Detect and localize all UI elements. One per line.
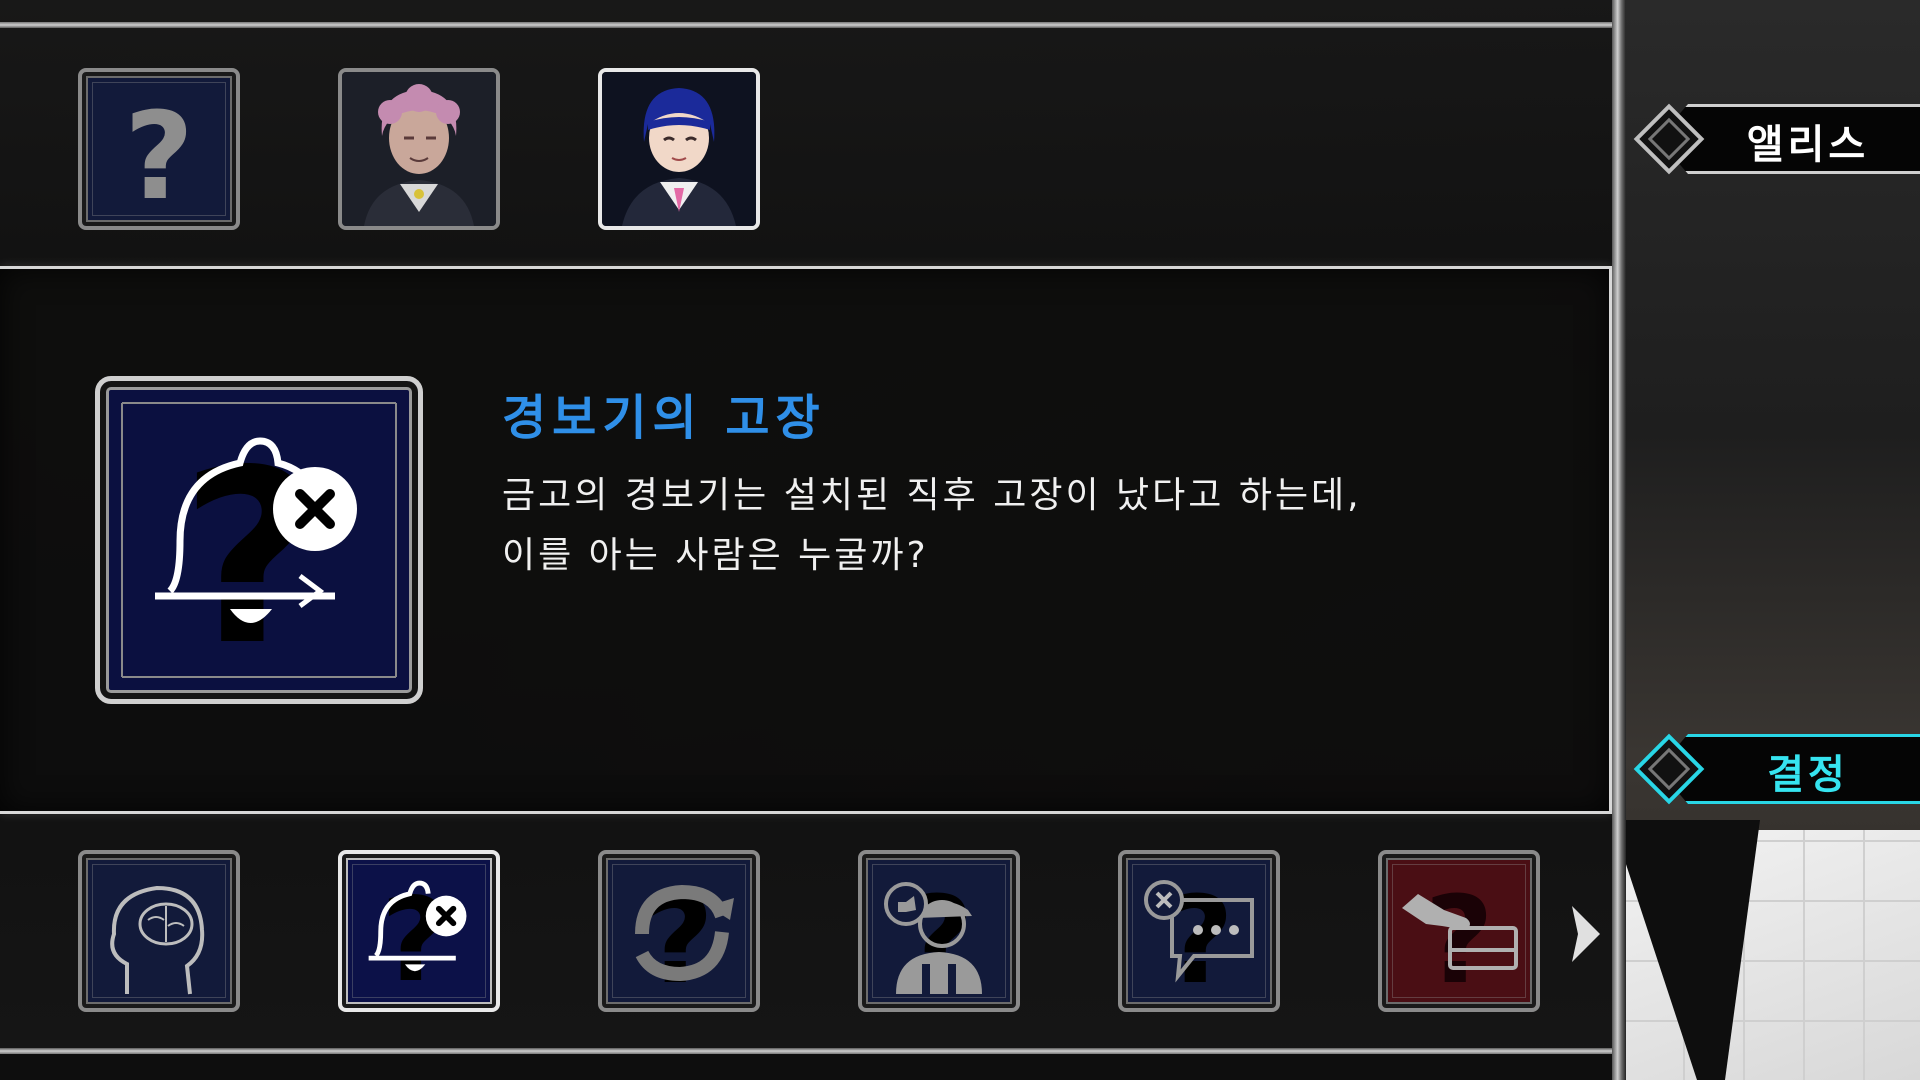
clue-title: 경보기의 고장 — [502, 390, 826, 446]
bottom-bevel — [0, 1048, 1612, 1054]
clue-tile-worker[interactable]: ? — [858, 850, 1020, 1012]
broken-alarm-bell-icon: ? — [368, 873, 467, 1008]
broken-alarm-bell-icon: ? — [121, 402, 397, 698]
top-bevel — [0, 22, 1612, 28]
decide-label: 결정 — [1767, 752, 1849, 798]
hand-card-icon: ? — [1402, 872, 1518, 1008]
clue-description-line-2: 이를 아는 사람은 누굴까? — [502, 535, 929, 576]
cancelled-chat-icon: ? — [1144, 872, 1254, 1008]
clue-large-icon-frame: ? — [95, 376, 423, 704]
svg-text:?: ? — [1424, 872, 1494, 1008]
clue-tile-brain[interactable] — [78, 850, 240, 1012]
character-name: 앨리스 — [1746, 122, 1870, 168]
svg-text:?: ? — [124, 88, 194, 226]
pink-hair-student-portrait — [342, 72, 496, 226]
blue-hair-student-portrait — [602, 72, 756, 226]
brain-head-icon — [110, 885, 205, 995]
svg-text:?: ? — [180, 418, 319, 698]
svg-text:?: ? — [381, 873, 448, 1008]
panel-divider — [1612, 0, 1626, 1080]
suspect-tile-pink-hair[interactable] — [338, 68, 500, 230]
suspect-shelf — [0, 0, 1612, 264]
character-name-plate: 앨리스 — [1633, 96, 1920, 182]
clue-tile-broken-alarm[interactable]: ? — [338, 850, 500, 1012]
clue-tile-rotate[interactable]: ? — [598, 850, 760, 1012]
suspect-tile-blue-hair[interactable] — [598, 68, 760, 230]
clue-description-line-1: 금고의 경보기는 설치된 직후 고장이 났다고 하는데, — [502, 475, 1362, 516]
next-page-arrow-icon[interactable] — [1568, 902, 1604, 966]
question-mark-icon: ? — [124, 88, 194, 226]
suspect-tile-unknown[interactable]: ? — [78, 68, 240, 230]
clue-tile-cancelled-chat[interactable]: ? — [1118, 850, 1280, 1012]
rotate-arrow-icon: ? — [635, 872, 734, 1008]
clue-shelf — [0, 815, 1612, 1048]
worker-thumbs-down-icon: ? — [884, 872, 982, 1008]
clue-tile-hand-card[interactable]: ? — [1378, 850, 1540, 1012]
decide-button[interactable]: 결정 — [1633, 726, 1920, 812]
clue-description: 금고의 경보기는 설치된 직후 고장이 났다고 하는데, 이를 아는 사람은 누… — [502, 466, 1402, 586]
